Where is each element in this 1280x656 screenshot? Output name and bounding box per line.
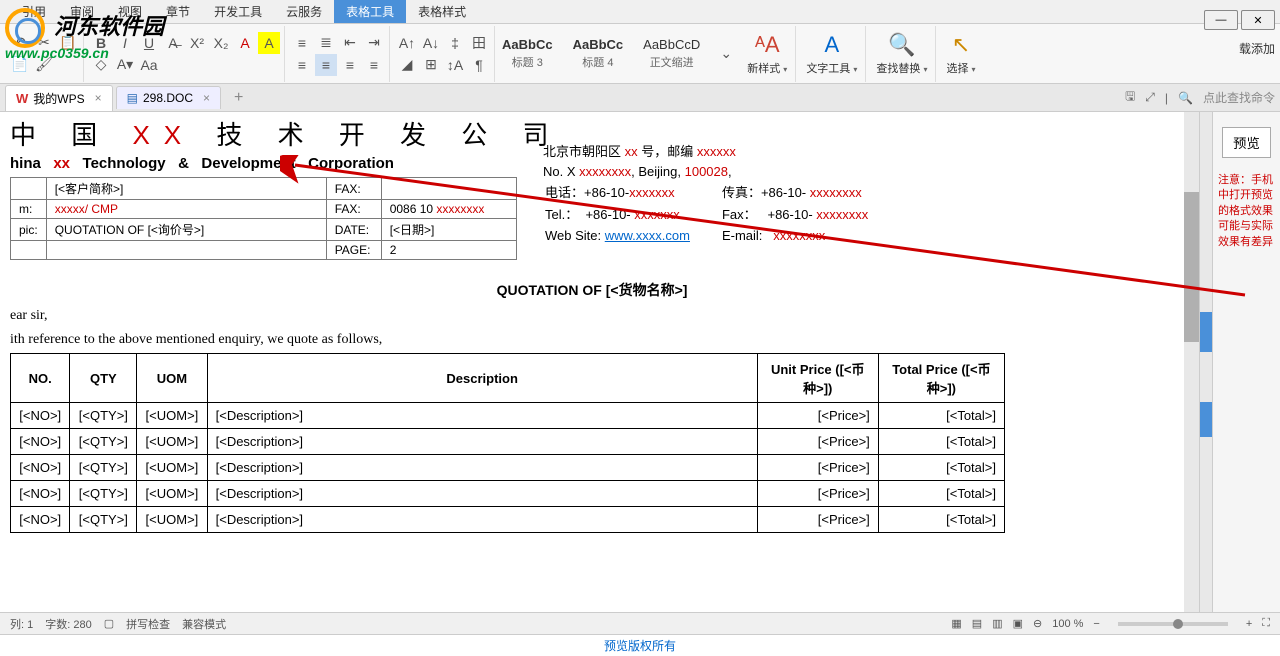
- style-heading4[interactable]: AaBbCc 标题 4: [568, 35, 629, 72]
- vertical-scrollbar[interactable]: [1184, 112, 1199, 612]
- table-row[interactable]: [<NO>][<QTY>][<UOM>][<Description>][<Pri…: [11, 455, 1005, 481]
- website-link[interactable]: www.xxxx.com: [605, 228, 690, 243]
- menu-item-tablestyle[interactable]: 表格样式: [406, 0, 478, 23]
- ruler-right: [1199, 112, 1212, 612]
- align-left-button[interactable]: ≡: [291, 54, 313, 76]
- watermark-text: 河东软件园: [54, 14, 164, 39]
- zoom-slider[interactable]: [1118, 622, 1228, 626]
- status-words: 字数: 280: [45, 616, 91, 632]
- menu-item-cloud[interactable]: 云服务: [274, 0, 334, 23]
- bullets-button[interactable]: ≡: [291, 32, 313, 54]
- sort-button[interactable]: ↕A: [444, 54, 466, 76]
- right-panel: 预览 注意：手机中打开预览的格式效果可能与实际效果有差异: [1212, 112, 1280, 612]
- align-justify-button[interactable]: ≡: [363, 54, 385, 76]
- table-row[interactable]: [<NO>][<QTY>][<UOM>][<Description>][<Pri…: [11, 481, 1005, 507]
- select-icon: ↖: [952, 32, 970, 58]
- table-row[interactable]: [<NO>][<QTY>][<UOM>][<Description>][<Pri…: [11, 403, 1005, 429]
- shrink-font-button[interactable]: A↓: [420, 32, 442, 54]
- text-tools-icon: A: [825, 32, 840, 58]
- para-mark-button[interactable]: ¶: [468, 54, 490, 76]
- view-print-button[interactable]: ▦: [951, 617, 961, 630]
- header-info-table[interactable]: [<客户简称>]FAX: m:xxxxx/ CMPFAX:0086 10 xxx…: [10, 177, 517, 260]
- highlight-button[interactable]: A: [258, 32, 280, 54]
- shading-button[interactable]: ◢: [396, 54, 418, 76]
- search-icon: 🔍: [1178, 91, 1193, 105]
- border-button[interactable]: 田: [468, 32, 490, 54]
- ribbon: ↶ ✂ 📋 📄 🖌 B I U A̶ X² X₂ A A ◇ A▾ Aa ≡ ≣: [0, 24, 1280, 84]
- styles-more-button[interactable]: ⌄: [715, 43, 737, 65]
- zoom-plus-button[interactable]: +: [1246, 618, 1252, 630]
- indent-dec-button[interactable]: ⇤: [339, 32, 361, 54]
- search-hint[interactable]: 点此查找命令: [1203, 89, 1275, 106]
- reference-text: ith reference to the above mentioned enq…: [10, 332, 1174, 348]
- status-bar: 列: 1 字数: 280 ▢ 拼写检查 兼容模式 ▦ ▤ ▥ ▣ ⊖ 100 %…: [0, 612, 1280, 634]
- align-center-button[interactable]: ≡: [315, 54, 337, 76]
- numbering-button[interactable]: ≣: [315, 32, 337, 54]
- indent-inc-button[interactable]: ⇥: [363, 32, 385, 54]
- strike-button[interactable]: A̶: [162, 32, 184, 54]
- status-compat: 兼容模式: [182, 616, 226, 632]
- site-watermark: 河东软件园 www.pc0359.cn: [5, 8, 164, 61]
- preview-warning: 注意：手机中打开预览的格式效果可能与实际效果有差异: [1218, 173, 1275, 250]
- menu-item-tabletools[interactable]: 表格工具: [334, 0, 406, 23]
- tabs-button[interactable]: ⊞: [420, 54, 442, 76]
- select-group[interactable]: ↖ 选择 ▾: [938, 26, 983, 82]
- text-tools-group[interactable]: A 文字工具 ▾: [798, 26, 866, 82]
- view-outline-button[interactable]: ▤: [972, 617, 982, 630]
- style-body-indent[interactable]: AaBbCcD 正文缩进: [638, 35, 705, 72]
- view-read-button[interactable]: ▣: [1013, 617, 1023, 630]
- style-gallery: AaBbCc 标题 3 AaBbCc 标题 4 AaBbCcD 正文缩进 ⌄: [497, 35, 737, 72]
- close-button[interactable]: ✕: [1241, 10, 1275, 30]
- status-column: 列: 1: [10, 616, 33, 632]
- superscript-button[interactable]: X²: [186, 32, 208, 54]
- status-spellcheck[interactable]: 拼写检查: [126, 616, 170, 632]
- tab-close-icon[interactable]: ×: [203, 91, 210, 105]
- new-style-icon: ᴬA: [755, 32, 780, 58]
- company-info-block: 北京市朝阳区 xx 号，邮编 xxxxxx No. X xxxxxxxx, Be…: [543, 142, 900, 248]
- style-heading3[interactable]: AaBbCc 标题 3: [497, 35, 558, 72]
- align-right-button[interactable]: ≡: [339, 54, 361, 76]
- zoom-level[interactable]: 100 %: [1052, 618, 1083, 630]
- document-viewport[interactable]: 中 国 XX 技 术 开 发 公 司 hina xx Technology & …: [0, 112, 1184, 612]
- save-icon[interactable]: 🖫: [1125, 87, 1135, 108]
- menu-bar: 引用 审阅 视图 章节 开发工具 云服务 表格工具 表格样式: [0, 0, 1280, 24]
- greeting-text: ear sir,: [10, 308, 1174, 324]
- doc-icon: ▤: [127, 91, 138, 105]
- line-spacing-button[interactable]: ‡: [444, 32, 466, 54]
- preview-button[interactable]: 预览: [1222, 127, 1271, 158]
- minimize-button[interactable]: —: [1204, 10, 1238, 30]
- find-replace-group[interactable]: 🔍 查找替换 ▾: [868, 26, 936, 82]
- table-row[interactable]: [<NO>][<QTY>][<UOM>][<Description>][<Pri…: [11, 429, 1005, 455]
- grow-font-button[interactable]: A↑: [396, 32, 418, 54]
- load-add-label: 载添加: [1239, 40, 1275, 57]
- find-replace-icon: 🔍: [888, 32, 915, 58]
- tab-mywps[interactable]: W 我的WPS ×: [5, 85, 113, 111]
- quotation-table[interactable]: NO. QTY UOM Description Unit Price ([<币种…: [10, 353, 1005, 533]
- bottom-footer: 预览版权所有: [0, 634, 1280, 656]
- new-style-group[interactable]: ᴬA 新样式 ▾: [739, 26, 796, 82]
- subscript-button[interactable]: X₂: [210, 32, 232, 54]
- doc-tabs-bar: W 我的WPS × ▤ 298.DOC × + 🖫 ⤢ | 🔍 点此查找命令: [0, 84, 1280, 112]
- window-controls: — ✕: [1204, 10, 1275, 30]
- wps-icon: W: [16, 91, 28, 106]
- tab-close-icon[interactable]: ×: [95, 91, 102, 105]
- menu-item-devtools[interactable]: 开发工具: [202, 0, 274, 23]
- view-web-button[interactable]: ▥: [992, 617, 1002, 630]
- zoom-out-button[interactable]: ⊖: [1033, 617, 1042, 630]
- new-tab-button[interactable]: +: [224, 85, 253, 111]
- expand-icon[interactable]: ⤢: [1145, 90, 1155, 105]
- zoom-minus-button[interactable]: −: [1093, 618, 1099, 630]
- tab-298doc[interactable]: ▤ 298.DOC ×: [116, 86, 221, 109]
- fullscreen-button[interactable]: ⛶: [1262, 617, 1270, 630]
- table-row[interactable]: [<NO>][<QTY>][<UOM>][<Description>][<Pri…: [11, 507, 1005, 533]
- quotation-title: QUOTATION OF [<货物名称>]: [10, 280, 1174, 300]
- fontcolor-button[interactable]: A: [234, 32, 256, 54]
